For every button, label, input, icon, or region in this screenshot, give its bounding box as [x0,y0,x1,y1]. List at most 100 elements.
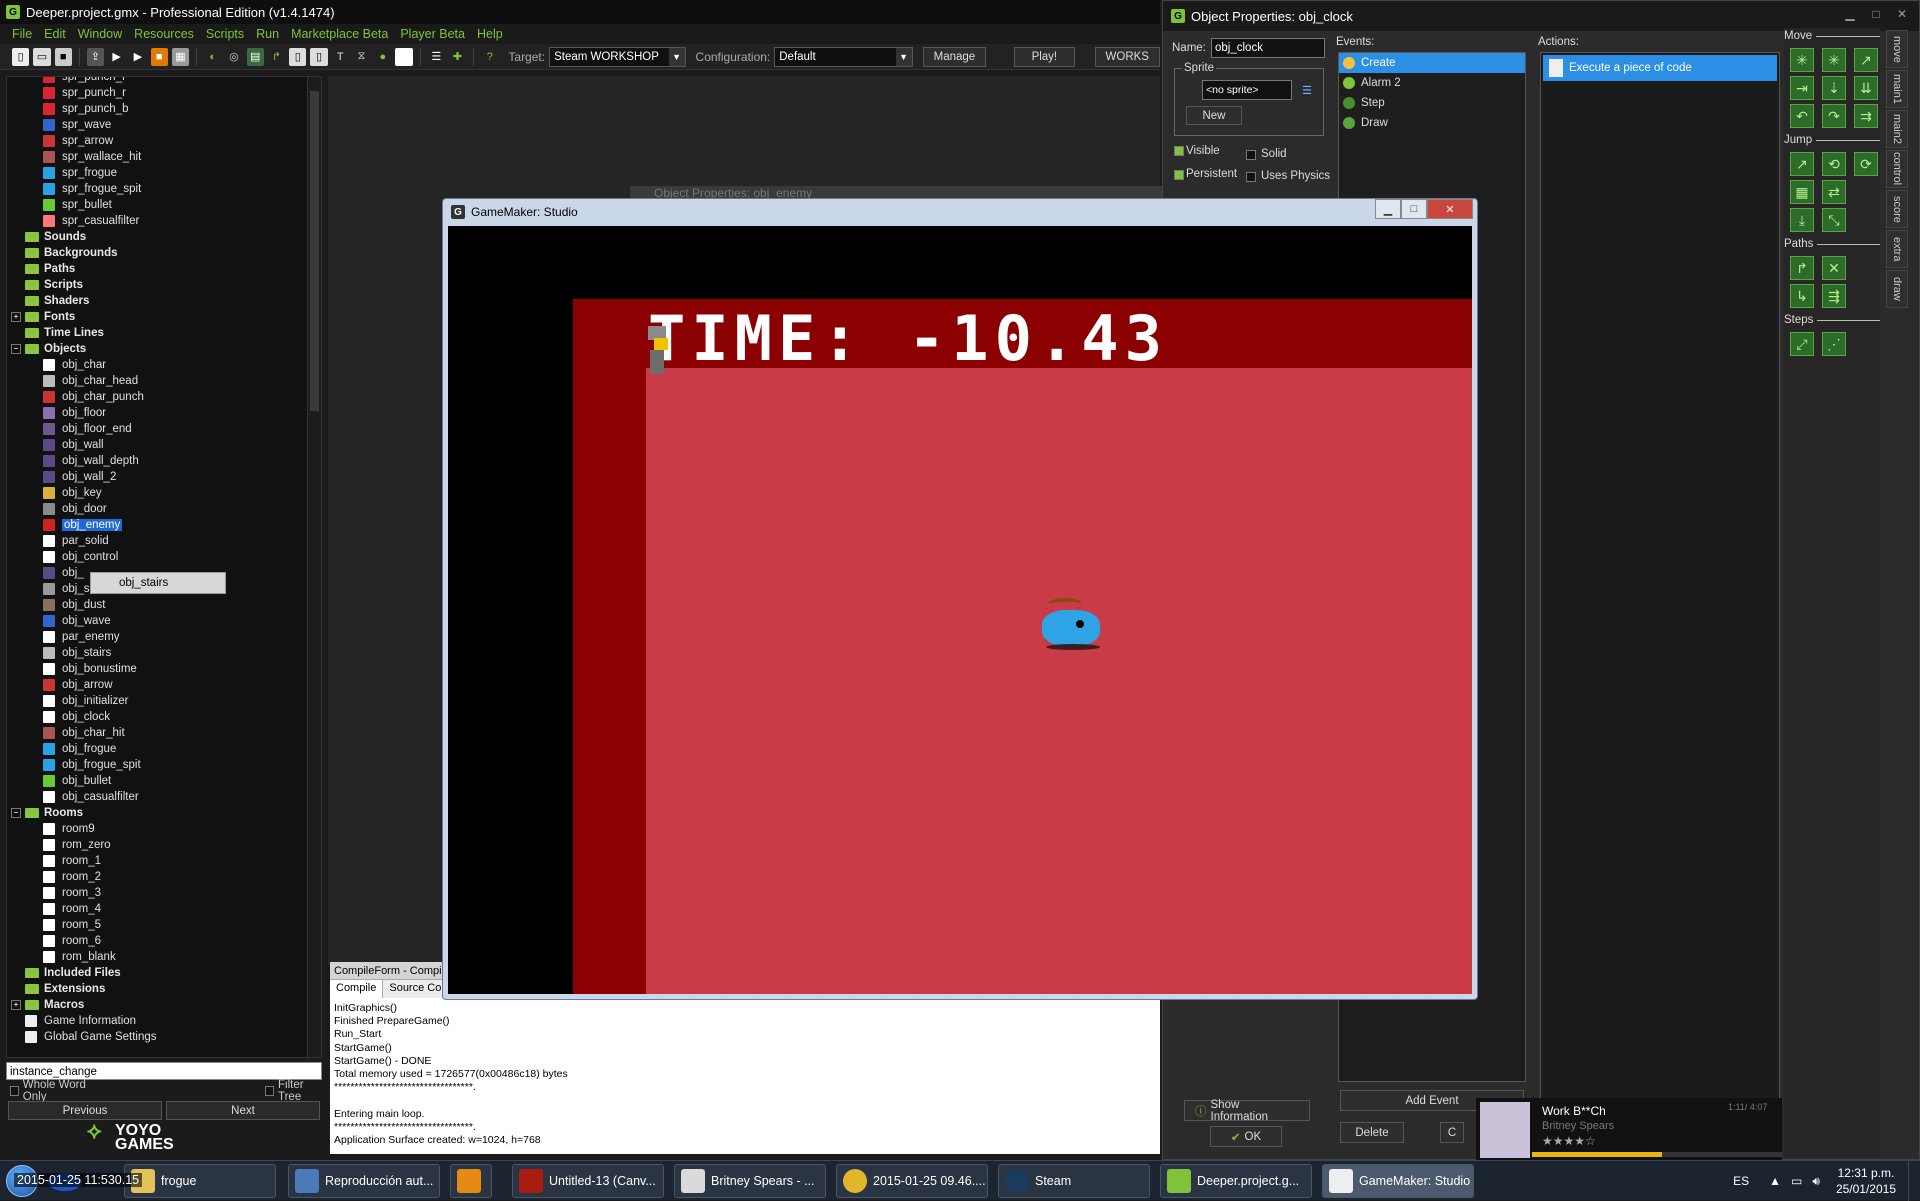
jump-position-icon[interactable]: ↗ [1790,152,1814,176]
sprite-icon[interactable]: ◐ [204,48,221,66]
tree-folder[interactable]: +Included Files [11,965,121,981]
tree-item-object[interactable]: obj_wall_2 [43,469,116,485]
tree-item-object[interactable]: obj_char_head [43,373,138,389]
event-create[interactable]: Create [1339,53,1525,73]
menu-file[interactable]: File [12,27,32,41]
help-icon[interactable]: ? [481,48,498,66]
menu-run[interactable]: Run [256,27,279,41]
filter-tree-checkbox[interactable] [265,1086,274,1096]
tree-folder[interactable]: − Objects [11,341,86,357]
chevron-down-icon[interactable]: ▼ [895,47,912,66]
gravity-icon[interactable]: ⇊ [1854,76,1878,100]
tree-item-object[interactable]: obj_char_punch [43,389,144,405]
tree-item-object[interactable]: obj_arrow [43,677,113,693]
global-settings-icon[interactable]: ✚ [449,48,466,66]
show-hidden-icons-icon[interactable]: ▲ [1769,1174,1781,1188]
align-grid-icon[interactable]: ▦ [1790,180,1814,204]
taskbar-clock[interactable]: 12:31 p.m. 25/01/2015 [1836,1165,1896,1197]
tree-item-room[interactable]: room_4 [43,901,101,917]
taskbar-item-gamemaker-studio[interactable]: GameMaker: Studio [1322,1164,1474,1198]
sound-icon[interactable]: ◎ [225,48,242,66]
next-button[interactable]: Next [166,1101,320,1120]
event-alarm[interactable]: Alarm 2 [1339,73,1525,93]
tree-item-object[interactable]: obj_char [43,357,106,373]
path-position-icon[interactable]: ↳ [1790,284,1814,308]
expand-toggle-icon[interactable]: − [11,344,21,354]
visible-checkbox[interactable] [1174,146,1184,156]
tree-folder[interactable]: +Shaders [11,293,89,309]
tree-item-object[interactable]: obj_dust [43,597,105,613]
persistent-checkbox[interactable] [1174,170,1184,180]
tree-item-room[interactable]: room_6 [43,933,101,949]
tree-item-room[interactable]: rom_zero [43,837,111,853]
change-event-button[interactable]: C [1440,1122,1464,1143]
tree-item-room[interactable]: room9 [43,821,95,837]
step-towards-icon[interactable]: ⤢ [1790,332,1814,356]
minimize-icon[interactable]: ▁ [1375,199,1401,219]
new-file-icon[interactable]: ▯ [12,47,30,66]
tree-item-object[interactable]: obj_stairs [43,645,111,661]
taskbar-item-autoplay[interactable]: Reproducción aut... [288,1164,440,1198]
tree-item-room[interactable]: rom_blank [43,949,116,965]
tree-item-object[interactable]: obj_wave [43,613,111,629]
stop-icon[interactable]: ■ [150,47,168,66]
menu-scripts[interactable]: Scripts [206,27,244,41]
tree-item-object[interactable]: obj_casualfilter [43,789,139,805]
maximize-icon[interactable]: □ [1865,5,1887,23]
solid-checkbox[interactable] [1246,150,1256,160]
tree-item-object[interactable]: par_solid [43,533,109,549]
tree-folder[interactable]: +Time Lines [11,325,104,341]
expand-toggle-icon[interactable]: + [11,312,21,322]
menu-help[interactable]: Help [477,27,503,41]
game-canvas[interactable]: TIME: -10.43 [448,226,1472,994]
background-icon[interactable]: ▤ [246,47,264,66]
tree-item-object[interactable]: obj_floor [43,405,106,421]
minimize-icon[interactable]: ▁ [1839,5,1861,23]
tree-item-room[interactable]: room_1 [43,853,101,869]
tree-item-sprite[interactable]: spr_casualfilter [43,213,139,229]
tab-move[interactable]: move [1886,30,1908,68]
menu-window[interactable]: Window [78,27,122,41]
tree-item-object[interactable]: obj_bonustime [43,661,137,677]
shader-icon[interactable]: ▯ [310,47,328,66]
whole-word-checkbox[interactable] [10,1086,19,1096]
menu-resources[interactable]: Resources [134,27,194,41]
tree-item-object[interactable]: obj_ [43,565,84,581]
tree-item-sprite[interactable]: spr_arrow [43,133,113,149]
move-fixed-icon[interactable]: ✳ [1790,48,1814,72]
taskbar-item-music[interactable]: Britney Spears - ... [674,1164,826,1198]
font-icon[interactable]: T [332,48,349,66]
target-select[interactable]: Steam WORKSHOP ▼ [549,46,686,67]
clean-icon[interactable]: ▦ [171,47,190,66]
tree-item-setting[interactable]: Game Information [25,1013,136,1029]
tab-main2[interactable]: main2 [1886,110,1908,148]
language-indicator[interactable]: ES [1733,1174,1749,1188]
object-icon[interactable]: ● [374,48,391,66]
tree-folder[interactable]: + Fonts [11,309,75,325]
tree-search-input[interactable]: instance_change [6,1062,322,1080]
name-field[interactable]: obj_clock [1211,38,1325,58]
play-button[interactable]: Play! [1014,46,1075,67]
configuration-select[interactable]: Default ▼ [774,46,913,67]
tree-item-object[interactable]: obj_key [43,485,102,501]
menu-player[interactable]: Player Beta [400,27,465,41]
tree-item-sprite[interactable]: spr_wallace_hit [43,149,141,165]
show-information-button[interactable]: ⓘ Show Information [1184,1099,1310,1123]
tree-item-room[interactable]: room_3 [43,885,101,901]
reverse-vertical-icon[interactable]: ↷ [1822,104,1846,128]
taskbar-item-chrome[interactable]: 2015-01-25 09.46.... [836,1164,988,1198]
tree-item-object[interactable]: obj_frogue_spit [43,757,141,773]
save-icon[interactable]: ■ [54,47,72,66]
tree-item-object[interactable]: obj_enemy [43,517,123,533]
tab-draw[interactable]: draw [1886,270,1908,308]
step-avoid-icon[interactable]: ⋰ [1822,332,1846,356]
jump-random-icon[interactable]: ⟳ [1854,152,1878,176]
tree-item-sprite[interactable]: spr_punch_l [43,77,125,85]
tree-item-object[interactable]: obj_initializer [43,693,128,709]
move-free-icon[interactable]: ✳ [1822,48,1846,72]
tab-main1[interactable]: main1 [1886,70,1908,108]
speed-horizontal-icon[interactable]: ⇥ [1790,76,1814,100]
tree-folder[interactable]: +Scripts [11,277,83,293]
tree-folder[interactable]: +Sounds [11,229,86,245]
friction-icon[interactable]: ⇉ [1854,104,1878,128]
